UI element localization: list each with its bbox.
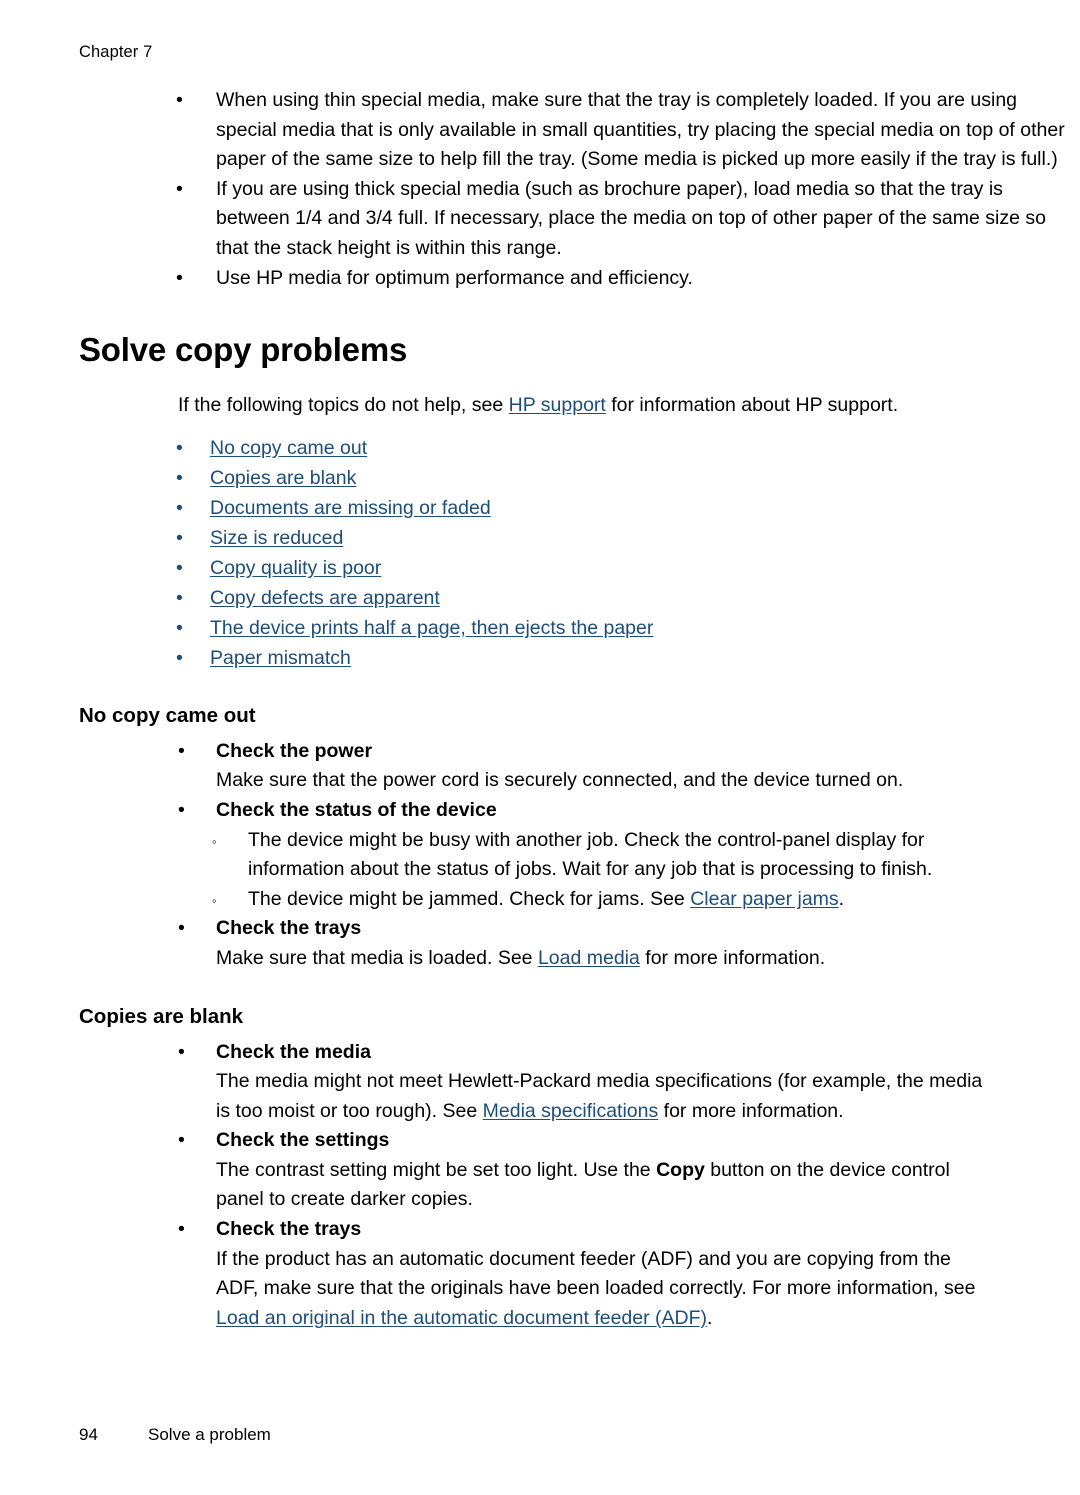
circle-bullet-icon: ◦ <box>212 833 217 849</box>
device-status-sublist: ◦ The device might be busy with another … <box>0 826 1080 915</box>
check-body: The media might not meet Hewlett-Packard… <box>216 1067 992 1126</box>
list-item: • Copies are blank <box>0 463 1080 493</box>
list-item-text: Use HP media for optimum performance and… <box>216 266 693 289</box>
list-item: • Check the trays If the product has an … <box>0 1215 1080 1333</box>
toc-link-copies-are-blank[interactable]: Copies are blank <box>210 467 356 489</box>
check-text-after: for more information. <box>658 1099 844 1122</box>
list-item: • Paper mismatch <box>0 643 1080 673</box>
running-header-chapter: Chapter 7 <box>79 43 153 61</box>
check-title: Check the status of the device <box>216 798 497 821</box>
list-item: • Copy defects are apparent <box>0 583 1080 613</box>
toc-link-copy-quality-is-poor[interactable]: Copy quality is poor <box>210 557 381 579</box>
sub-item-text: The device might be jammed. Check for ja… <box>248 885 996 915</box>
footer-page-number: 94 <box>79 1425 98 1444</box>
sub-text-before: The device might be jammed. Check for ja… <box>248 887 691 910</box>
list-item-text: If you are using thick special media (su… <box>216 177 1046 259</box>
list-item: ◦ The device might be jammed. Check for … <box>0 885 1080 915</box>
check-body: Make sure that media is loaded. See Load… <box>216 944 992 974</box>
check-body: If the product has an automatic document… <box>216 1245 992 1334</box>
bullet-icon: • <box>176 586 183 609</box>
page-title: Solve copy problems <box>79 331 408 369</box>
check-text-after: . <box>707 1306 713 1329</box>
list-item: • Check the settings The contrast settin… <box>0 1126 1080 1215</box>
list-item: • Check the media The media might not me… <box>0 1038 1080 1127</box>
list-item: • Check the power Make sure that the pow… <box>0 737 1080 796</box>
list-item: • Documents are missing or faded <box>0 493 1080 523</box>
check-title: Check the settings <box>216 1129 390 1152</box>
toc-link-half-page-ejects[interactable]: The device prints half a page, then ejec… <box>210 617 653 639</box>
topics-link-list: • No copy came out • Copies are blank • … <box>0 433 1080 673</box>
no-copy-checks-list: • Check the power Make sure that the pow… <box>0 737 1080 826</box>
toc-link-size-is-reduced[interactable]: Size is reduced <box>210 527 343 549</box>
footer-section-title: Solve a problem <box>148 1425 271 1444</box>
emphasis-copy-button: Copy <box>656 1158 705 1181</box>
section-heading-no-copy-came-out: No copy came out <box>79 703 256 727</box>
toc-link-copy-defects-apparent[interactable]: Copy defects are apparent <box>210 587 440 609</box>
list-item: • Check the trays Make sure that media i… <box>0 914 1080 973</box>
bullet-icon: • <box>176 89 183 111</box>
bullet-icon: • <box>176 436 183 459</box>
check-text-before: The contrast setting might be set too li… <box>216 1158 657 1181</box>
check-body: Make sure that the power cord is securel… <box>216 769 904 792</box>
bullet-icon: • <box>176 646 183 669</box>
bullet-icon: • <box>176 616 183 639</box>
document-page: Chapter 7 • When using thin special medi… <box>0 0 1080 1495</box>
sub-item-text: The device might be busy with another jo… <box>248 828 933 881</box>
list-item-text: When using thin special media, make sure… <box>216 89 1065 171</box>
list-item: • Check the status of the device <box>0 796 1080 826</box>
list-item: • When using thin special media, make su… <box>0 86 1080 175</box>
toc-link-no-copy-came-out[interactable]: No copy came out <box>210 437 367 459</box>
intro-text-before: If the following topics do not help, see <box>178 394 509 417</box>
intro-text-after: for information about HP support. <box>605 394 899 417</box>
bullet-icon: • <box>178 1129 185 1152</box>
list-item: • Use HP media for optimum performance a… <box>0 264 1080 294</box>
bullet-icon: • <box>178 917 185 940</box>
media-tips-list: • When using thin special media, make su… <box>0 86 1080 293</box>
bullet-icon: • <box>178 1218 185 1241</box>
page-footer: 94 Solve a problem <box>79 1424 271 1445</box>
check-title: Check the trays <box>216 917 362 940</box>
circle-bullet-icon: ◦ <box>212 892 217 908</box>
link-load-original-adf[interactable]: Load an original in the automatic docume… <box>216 1307 707 1329</box>
list-item: • If you are using thick special media (… <box>0 175 1080 264</box>
check-text-after: for more information. <box>639 946 826 969</box>
bullet-icon: • <box>178 739 185 762</box>
link-hp-support[interactable]: HP support <box>509 394 606 416</box>
bullet-icon: • <box>178 798 185 821</box>
sub-text-after: . <box>838 887 845 910</box>
check-body: The contrast setting might be set too li… <box>216 1156 992 1215</box>
check-title: Check the trays <box>216 1218 362 1241</box>
bullet-icon: • <box>176 177 183 200</box>
copies-blank-checks-list: • Check the media The media might not me… <box>0 1038 1080 1334</box>
bullet-icon: • <box>178 1040 185 1063</box>
list-item: • The device prints half a page, then ej… <box>0 613 1080 643</box>
link-clear-paper-jams[interactable]: Clear paper jams <box>690 888 838 910</box>
bullet-icon: • <box>176 496 183 519</box>
bullet-icon: • <box>176 526 183 549</box>
check-title: Check the power <box>216 739 373 762</box>
link-load-media[interactable]: Load media <box>538 947 640 969</box>
list-item: • Copy quality is poor <box>0 553 1080 583</box>
toc-link-documents-missing-faded[interactable]: Documents are missing or faded <box>210 497 491 519</box>
list-item: • Size is reduced <box>0 523 1080 553</box>
check-text-before: If the product has an automatic document… <box>216 1247 976 1300</box>
no-copy-trays-list: • Check the trays Make sure that media i… <box>0 914 1080 973</box>
page-content: • When using thin special media, make su… <box>0 86 1080 1333</box>
list-item: • No copy came out <box>0 433 1080 463</box>
check-text-before: Make sure that media is loaded. See <box>216 946 538 969</box>
section-heading-copies-are-blank: Copies are blank <box>79 1004 244 1028</box>
bullet-icon: • <box>176 266 183 289</box>
bullet-icon: • <box>176 466 183 489</box>
toc-link-paper-mismatch[interactable]: Paper mismatch <box>210 647 351 669</box>
list-item: ◦ The device might be busy with another … <box>0 826 1080 885</box>
intro-paragraph: If the following topics do not help, see… <box>178 391 1080 421</box>
link-media-specifications[interactable]: Media specifications <box>483 1100 659 1122</box>
check-title: Check the media <box>216 1040 371 1063</box>
bullet-icon: • <box>176 556 183 579</box>
